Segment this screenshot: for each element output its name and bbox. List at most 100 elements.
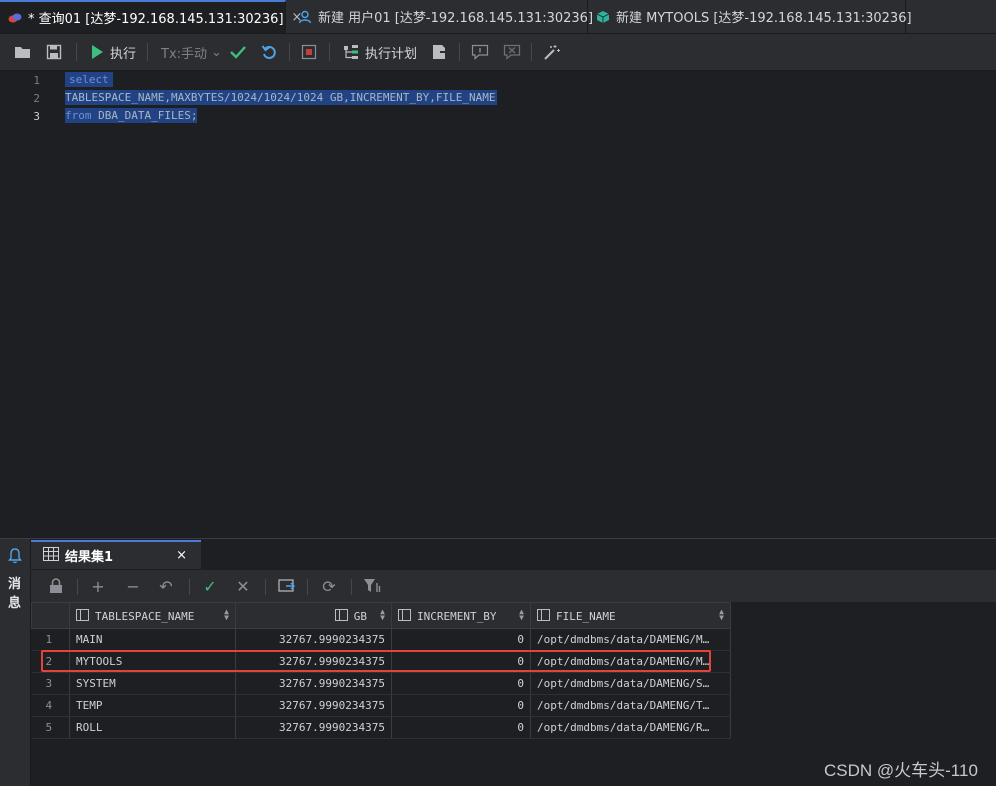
- sql-keyword: from: [65, 109, 92, 122]
- column-header[interactable]: INCREMENT_BY ▲ ▼: [391, 602, 531, 629]
- code-text: DBA_DATA_FILES;: [91, 109, 198, 122]
- code-line-1: select: [65, 72, 113, 87]
- grid-header-row: TABLESPACE_NAME ▲ ▼ GB ▲ ▼ INCREMENT_BY ▲ ▼ FI…: [31, 602, 731, 629]
- cell-tablespace-name[interactable]: TEMP: [69, 694, 236, 717]
- row-number: 4: [31, 694, 70, 717]
- cancel-icon[interactable]: ✕: [234, 577, 252, 596]
- column-icon: [76, 608, 89, 621]
- cell-tablespace-name[interactable]: SYSTEM: [69, 672, 236, 695]
- column-header[interactable]: GB ▲ ▼: [235, 602, 392, 629]
- column-header-label: GB: [353, 609, 367, 623]
- column-header-label: TABLESPACE_NAME: [95, 609, 195, 623]
- code-line-2: TABLESPACE_NAME,MAXBYTES/1024/1024/1024 …: [65, 90, 498, 105]
- stop-icon[interactable]: [301, 34, 317, 70]
- cell-gb[interactable]: 32767.9990234375: [235, 672, 392, 695]
- cell-increment-by[interactable]: 0: [391, 716, 531, 739]
- column-header-label: INCREMENT_BY: [417, 609, 497, 623]
- table-row[interactable]: 4 TEMP 32767.9990234375 0 /opt/dmdbms/da…: [31, 694, 731, 717]
- messages-label: 消: [8, 577, 22, 592]
- cell-increment-by[interactable]: 0: [391, 694, 531, 717]
- row-number: 3: [31, 672, 70, 695]
- refresh-icon[interactable]: ⟳: [320, 577, 338, 596]
- rollback-icon[interactable]: [261, 34, 277, 70]
- cell-gb[interactable]: 32767.9990234375: [235, 694, 392, 717]
- cell-gb[interactable]: 32767.9990234375: [235, 628, 392, 651]
- messages-side-tab[interactable]: 消 息: [0, 539, 31, 786]
- column-header[interactable]: TABLESPACE_NAME ▲ ▼: [69, 602, 236, 629]
- tab-query01[interactable]: * 查询01 [达梦-192.168.145.131:30236] ×: [0, 0, 302, 33]
- play-icon: [92, 45, 103, 59]
- sort-icon[interactable]: ▲ ▼: [519, 608, 524, 622]
- query-icon: [8, 11, 22, 25]
- column-header[interactable]: FILE_NAME ▲ ▼: [530, 602, 731, 629]
- column-icon: [398, 608, 411, 621]
- plan-label: 执行计划: [365, 46, 418, 62]
- plan-icon: [344, 45, 358, 59]
- cell-increment-by[interactable]: 0: [391, 672, 531, 695]
- cell-file-name[interactable]: /opt/dmdbms/data/DAMENG/T…: [530, 694, 731, 717]
- cell-tablespace-name[interactable]: MYTOOLS: [69, 650, 236, 673]
- filter-icon[interactable]: [363, 577, 381, 595]
- run-label: 执行: [110, 46, 137, 62]
- execution-plan-button[interactable]: 执行计划: [343, 34, 417, 70]
- bell-icon: [8, 548, 22, 568]
- close-icon[interactable]: ×: [176, 548, 187, 563]
- row-number: 5: [31, 716, 70, 739]
- explain-icon[interactable]: [431, 34, 447, 70]
- cell-file-name[interactable]: /opt/dmdbms/data/DAMENG/R…: [530, 716, 731, 739]
- editor-tab-bar: * 查询01 [达梦-192.168.145.131:30236] × 新建 用…: [0, 0, 996, 34]
- run-button[interactable]: 执行: [90, 34, 136, 70]
- result-grid[interactable]: TABLESPACE_NAME ▲ ▼ GB ▲ ▼ INCREMENT_BY ▲ ▼ FI…: [31, 602, 731, 739]
- add-row-icon[interactable]: +: [89, 577, 107, 596]
- user-icon: [298, 10, 312, 24]
- table-row[interactable]: 5 ROLL 32767.9990234375 0 /opt/dmdbms/da…: [31, 716, 731, 739]
- cell-gb[interactable]: 32767.9990234375: [235, 650, 392, 673]
- save-icon[interactable]: [46, 34, 62, 70]
- sort-icon[interactable]: ▲ ▼: [719, 608, 724, 622]
- line-number: 2: [33, 92, 40, 105]
- row-number: 1: [31, 628, 70, 651]
- line-number: 1: [33, 74, 40, 87]
- open-folder-icon[interactable]: [14, 34, 32, 70]
- row-number-header: [31, 602, 70, 629]
- line-number: 3: [33, 110, 40, 123]
- delete-row-icon[interactable]: −: [124, 577, 142, 596]
- sort-icon[interactable]: ▲ ▼: [224, 608, 229, 622]
- table-row[interactable]: 2 MYTOOLS 32767.9990234375 0 /opt/dmdbms…: [31, 650, 731, 673]
- lock-icon[interactable]: [47, 577, 65, 595]
- column-header-label: FILE_NAME: [556, 609, 616, 623]
- grid-icon: [43, 546, 59, 565]
- table-row[interactable]: 1 MAIN 32767.9990234375 0 /opt/dmdbms/da…: [31, 628, 731, 651]
- tab-new-mytools[interactable]: 新建 MYTOOLS [达梦-192.168.145.131:30236]: [588, 0, 912, 33]
- sql-editor[interactable]: 1 2 3 select TABLESPACE_NAME,MAXBYTES/10…: [0, 71, 996, 538]
- comment-icon[interactable]: [471, 34, 489, 70]
- cell-file-name[interactable]: /opt/dmdbms/data/DAMENG/S…: [530, 672, 731, 695]
- commit-icon[interactable]: ✓: [201, 577, 219, 596]
- tab-result-set-1[interactable]: 结果集1 ×: [31, 540, 201, 569]
- cell-file-name[interactable]: /opt/dmdbms/data/DAMENG/M…: [530, 628, 731, 651]
- watermark: CSDN @火车头-110: [824, 761, 978, 780]
- cell-file-name[interactable]: /opt/dmdbms/data/DAMENG/M…: [530, 650, 731, 673]
- cell-increment-by[interactable]: 0: [391, 628, 531, 651]
- commit-icon[interactable]: [229, 34, 247, 70]
- sort-icon[interactable]: ▲ ▼: [380, 608, 385, 622]
- cell-gb[interactable]: 32767.9990234375: [235, 716, 392, 739]
- transaction-mode-dropdown[interactable]: Tx:手动 ⌄: [161, 34, 222, 70]
- undo-icon[interactable]: ↶: [157, 577, 175, 596]
- tx-mode-label: Tx:手动: [161, 46, 208, 62]
- results-panel: 消 息 结果集1 × + − ↶ ✓ ✕ ⟳ TABLESPACE_NAME ▲…: [0, 538, 996, 786]
- column-icon: [537, 608, 550, 621]
- cell-increment-by[interactable]: 0: [391, 650, 531, 673]
- uncomment-icon[interactable]: [503, 34, 521, 70]
- tab-new-user01[interactable]: 新建 用户01 [达梦-192.168.145.131:30236]: [286, 0, 593, 33]
- cube-icon: [596, 10, 610, 24]
- sql-keyword: select: [69, 73, 109, 86]
- export-icon[interactable]: [278, 577, 296, 595]
- cell-tablespace-name[interactable]: MAIN: [69, 628, 236, 651]
- code-line-3: from DBA_DATA_FILES;: [65, 108, 198, 123]
- cell-tablespace-name[interactable]: ROLL: [69, 716, 236, 739]
- tab-new-user01-label: 新建 用户01 [达梦-192.168.145.131:30236]: [318, 11, 594, 26]
- format-wand-icon[interactable]: [543, 34, 561, 70]
- result-tab-label: 结果集1: [65, 550, 114, 565]
- table-row[interactable]: 3 SYSTEM 32767.9990234375 0 /opt/dmdbms/…: [31, 672, 731, 695]
